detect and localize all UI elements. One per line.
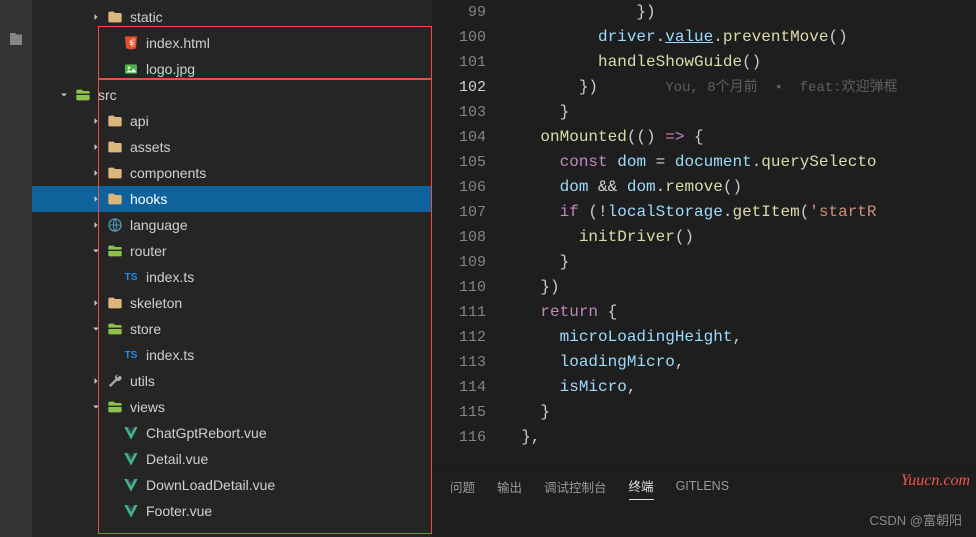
tree-item-label: index.ts (146, 347, 194, 363)
tree-item-label: assets (130, 139, 170, 155)
tree-item-label: store (130, 321, 161, 337)
tree-item-label: utils (130, 373, 155, 389)
panel-tabs[interactable]: 问题输出调试控制台终端 GITLENS (450, 472, 958, 500)
line-number: 108 (432, 225, 486, 250)
tree-item-footer-vue[interactable]: Footer.vue (32, 498, 432, 524)
line-number: 111 (432, 300, 486, 325)
line-number: 104 (432, 125, 486, 150)
line-number: 99 (432, 0, 486, 25)
tree-item-index-ts[interactable]: TSindex.ts (32, 264, 432, 290)
tree-item-hooks[interactable]: hooks (32, 186, 432, 212)
code-line[interactable]: }) (502, 0, 976, 25)
activity-bar (0, 0, 32, 537)
code-line[interactable]: } (502, 250, 976, 275)
tree-item-label: index.html (146, 35, 210, 51)
code-line[interactable]: loadingMicro, (502, 350, 976, 375)
tree-item-logo-jpg[interactable]: logo.jpg (32, 56, 432, 82)
line-number: 110 (432, 275, 486, 300)
tree-item-chatgptrebort-vue[interactable]: ChatGptRebort.vue (32, 420, 432, 446)
code-line[interactable]: handleShowGuide() (502, 50, 976, 75)
line-number: 115 (432, 400, 486, 425)
tree-item-language[interactable]: language (32, 212, 432, 238)
code-line[interactable]: if (!localStorage.getItem('startR (502, 200, 976, 225)
line-number: 116 (432, 425, 486, 450)
tree-item-label: api (130, 113, 149, 129)
tree-item-label: router (130, 243, 167, 259)
tree-item-index-ts[interactable]: TSindex.ts (32, 342, 432, 368)
tree-item-skeleton[interactable]: skeleton (32, 290, 432, 316)
tree-item-store[interactable]: store (32, 316, 432, 342)
tree-item-views[interactable]: views (32, 394, 432, 420)
tree-item-label: components (130, 165, 206, 181)
tree-item-assets[interactable]: assets (32, 134, 432, 160)
line-number: 102 (432, 75, 486, 100)
tree-item-label: logo.jpg (146, 61, 195, 77)
line-number: 103 (432, 100, 486, 125)
tree-item-downloaddetail-vue[interactable]: DownLoadDetail.vue (32, 472, 432, 498)
line-number: 112 (432, 325, 486, 350)
explorer-sidebar: static 5index.html logo.jpg srcapi assets com… (32, 0, 432, 537)
panel-tab-4[interactable]: GITLENS (676, 472, 730, 500)
tree-item-label: src (98, 87, 117, 103)
code-line[interactable]: }) (502, 275, 976, 300)
bottom-panel: 问题输出调试控制台终端 GITLENS Yuucn.com CSDN @富朝阳 (432, 465, 976, 537)
code-line[interactable]: }) You, 8个月前 • feat:欢迎弹框 (502, 75, 976, 100)
line-number: 100 (432, 25, 486, 50)
editor-pane: 9910010110210310410510610710810911011111… (432, 0, 976, 537)
tree-item-label: static (130, 9, 163, 25)
code-line[interactable]: driver.value.preventMove() (502, 25, 976, 50)
editor-body: 9910010110210310410510610710810911011111… (432, 0, 976, 465)
watermark-site: Yuucn.com (901, 472, 970, 490)
code-line[interactable]: } (502, 400, 976, 425)
file-tree[interactable]: static 5index.html logo.jpg srcapi assets com… (32, 0, 432, 524)
tree-item-router[interactable]: router (32, 238, 432, 264)
line-number: 109 (432, 250, 486, 275)
tree-item-utils[interactable]: utils (32, 368, 432, 394)
tree-item-src[interactable]: src (32, 82, 432, 108)
tree-item-index-html[interactable]: 5index.html (32, 30, 432, 56)
tree-item-label: DownLoadDetail.vue (146, 477, 275, 493)
line-number: 101 (432, 50, 486, 75)
code-line[interactable]: const dom = document.querySelecto (502, 150, 976, 175)
panel-tab-2[interactable]: 调试控制台 (544, 472, 607, 500)
files-icon[interactable] (7, 30, 25, 48)
code-area[interactable]: }) driver.value.preventMove() handleShow… (502, 0, 976, 465)
tree-item-label: Footer.vue (146, 503, 212, 519)
line-number: 107 (432, 200, 486, 225)
tree-item-detail-vue[interactable]: Detail.vue (32, 446, 432, 472)
tree-item-label: hooks (130, 191, 167, 207)
line-number: 106 (432, 175, 486, 200)
line-number-gutter: 9910010110210310410510610710810911011111… (432, 0, 502, 465)
line-number: 113 (432, 350, 486, 375)
panel-tab-1[interactable]: 输出 (497, 472, 522, 500)
code-line[interactable]: isMicro, (502, 375, 976, 400)
tree-item-label: skeleton (130, 295, 182, 311)
line-number: 114 (432, 375, 486, 400)
tree-item-label: ChatGptRebort.vue (146, 425, 267, 441)
code-line[interactable]: dom && dom.remove() (502, 175, 976, 200)
code-line[interactable]: }, (502, 425, 976, 450)
line-number: 105 (432, 150, 486, 175)
code-line[interactable]: onMounted(() => { (502, 125, 976, 150)
tree-item-label: language (130, 217, 188, 233)
tree-item-static[interactable]: static (32, 4, 432, 30)
tree-item-components[interactable]: components (32, 160, 432, 186)
code-line[interactable]: } (502, 100, 976, 125)
tree-item-label: Detail.vue (146, 451, 208, 467)
tree-item-label: views (130, 399, 165, 415)
panel-tab-0[interactable]: 问题 (450, 472, 475, 500)
code-line[interactable]: return { (502, 300, 976, 325)
code-line[interactable]: microLoadingHeight, (502, 325, 976, 350)
watermark-csdn: CSDN @富朝阳 (869, 510, 962, 529)
code-line[interactable]: initDriver() (502, 225, 976, 250)
tree-item-label: index.ts (146, 269, 194, 285)
tree-item-api[interactable]: api (32, 108, 432, 134)
panel-tab-3[interactable]: 终端 (629, 472, 654, 500)
